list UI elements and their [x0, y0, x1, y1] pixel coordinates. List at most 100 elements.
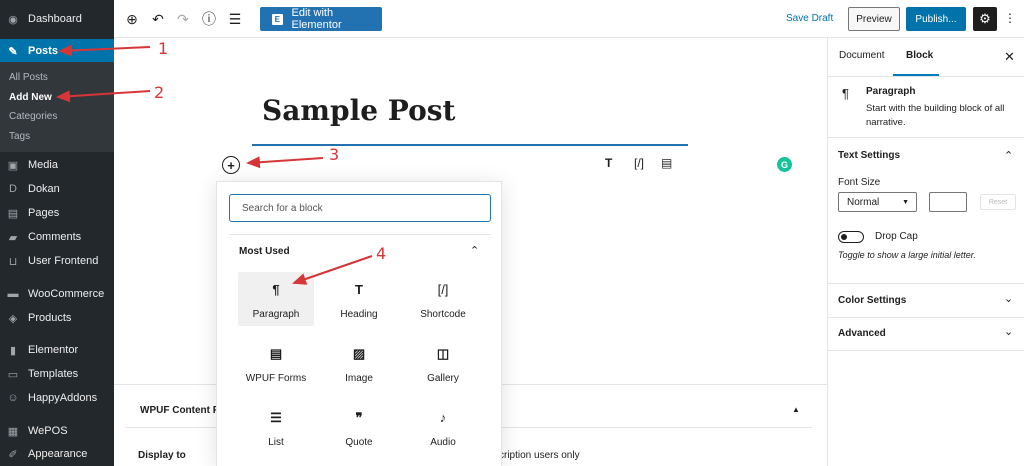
block-quote[interactable]: ❞ Quote	[321, 400, 397, 454]
comments-icon: ▰	[8, 231, 18, 244]
products-icon: ◈	[8, 312, 18, 325]
inline-inserter-plus-icon[interactable]: +	[222, 156, 240, 174]
block-card-description: Start with the building block of all nar…	[866, 103, 1005, 128]
sidebar-item-templates[interactable]: ▭ Templates	[0, 362, 114, 386]
title-focus-line	[252, 144, 688, 146]
text-settings-heading[interactable]: Text Settings	[838, 150, 900, 161]
drop-cap-help-text: Toggle to show a large initial letter.	[838, 250, 976, 260]
block-search-input[interactable]	[229, 194, 491, 222]
undo-icon[interactable]: ↶	[149, 10, 167, 28]
gallery-icon: ◫	[436, 346, 450, 361]
more-options-icon[interactable]: ⋮	[1004, 11, 1018, 27]
submenu-all-posts[interactable]: All Posts	[9, 72, 48, 83]
block-settings-sidebar: Document Block ✕ ¶ Paragraph Start with …	[827, 38, 1024, 466]
media-icon: ▣	[7, 159, 19, 172]
save-draft-link[interactable]: Save Draft	[786, 13, 833, 24]
divider	[828, 317, 1024, 318]
annotation-number-3: 3	[329, 145, 340, 164]
sidebar-item-media[interactable]: ▣ Media	[0, 153, 114, 177]
audio-icon: ♪	[439, 410, 447, 425]
sidebar-item-woocommerce[interactable]: ▬ WooCommerce	[0, 282, 114, 306]
post-title[interactable]: Sample Post	[262, 94, 455, 127]
user-frontend-icon: ⊔	[8, 255, 18, 268]
select-arrow-icon: ▼	[902, 198, 909, 206]
sidebar-item-user-frontend[interactable]: ⊔ User Frontend	[0, 249, 114, 273]
wpuf-forms-icon: ▤	[269, 346, 283, 361]
toggle-knob	[841, 233, 847, 240]
block-wpuf-forms[interactable]: ▤ WPUF Forms	[238, 336, 314, 390]
drop-cap-toggle[interactable]	[838, 231, 864, 243]
edit-with-elementor-button[interactable]: E Edit with Elementor	[260, 7, 382, 31]
reset-button[interactable]: Reset	[980, 194, 1016, 210]
add-block-icon[interactable]: ⊕	[123, 10, 141, 28]
tab-document[interactable]: Document	[839, 50, 885, 61]
drop-cap-label: Drop Cap	[875, 231, 918, 242]
templates-icon: ▭	[7, 368, 19, 381]
divider	[828, 350, 1024, 351]
sidebar-item-dashboard[interactable]: ◉ Dashboard	[0, 7, 114, 31]
advanced-heading[interactable]: Advanced	[838, 328, 886, 339]
sidebar-item-elementor[interactable]: ▮ Elementor	[0, 338, 114, 362]
info-icon[interactable]: ⓘ	[200, 10, 218, 28]
block-navigation-icon[interactable]: ☰	[226, 10, 244, 28]
block-heading[interactable]: T Heading	[321, 272, 397, 326]
block-inserter-popover: Most Used ⌃ ¶ Paragraph T Heading [/] Sh…	[216, 181, 502, 466]
elementor-icon: ▮	[9, 344, 17, 357]
sidebar-item-happyaddons[interactable]: ☺ HappyAddons	[0, 386, 114, 410]
color-settings-heading[interactable]: Color Settings	[838, 295, 906, 306]
woocommerce-icon: ▬	[7, 288, 19, 300]
shortcode-icon: [/]	[437, 282, 449, 297]
custom-font-size-input[interactable]	[929, 192, 967, 212]
most-used-heading[interactable]: Most Used	[239, 246, 290, 257]
image-icon: ▨	[352, 346, 366, 361]
dokan-icon: D	[9, 183, 17, 195]
subscription-option-text: scription users only	[494, 450, 580, 461]
annotation-number-1: 1	[158, 39, 169, 58]
block-audio[interactable]: ♪ Audio	[405, 400, 481, 454]
annotation-number-4: 4	[376, 244, 387, 263]
close-icon[interactable]: ✕	[1004, 49, 1015, 65]
sidebar-item-pages[interactable]: ▤ Pages	[0, 201, 114, 225]
sidebar-item-posts[interactable]: ✎ Posts	[0, 39, 114, 63]
sidebar-item-appearance[interactable]: ✐ Appearance	[0, 442, 114, 466]
chevron-up-icon[interactable]: ⌃	[470, 244, 479, 257]
sidebar-item-products[interactable]: ◈ Products	[0, 306, 114, 330]
submenu-tags[interactable]: Tags	[9, 131, 30, 142]
block-shortcode[interactable]: [/] Shortcode	[405, 272, 481, 326]
shortcode-tool-icon[interactable]: [/]	[634, 156, 644, 170]
sidebar-item-comments[interactable]: ▰ Comments	[0, 225, 114, 249]
sidebar-item-wepos[interactable]: ▦ WePOS	[0, 419, 114, 443]
happyaddons-icon: ☺	[7, 392, 19, 404]
block-list[interactable]: ☰ List	[238, 400, 314, 454]
font-size-select[interactable]: Normal ▼	[838, 192, 917, 212]
grammarly-icon[interactable]: G	[777, 157, 792, 172]
paragraph-icon: ¶	[842, 86, 849, 101]
collapse-caret-icon[interactable]: ▲	[792, 405, 800, 414]
redo-icon[interactable]: ↷	[174, 10, 192, 28]
meta-box-title[interactable]: WPUF Content R	[140, 405, 220, 416]
admin-sidebar: ◉ Dashboard ✎ Posts All Posts Add New Cate…	[0, 0, 114, 466]
tab-block[interactable]: Block	[906, 50, 933, 61]
block-gallery[interactable]: ◫ Gallery	[405, 336, 481, 390]
submenu-categories[interactable]: Categories	[9, 111, 57, 122]
wpuf-form-tool-icon[interactable]: ▤	[661, 156, 672, 170]
chevron-down-icon[interactable]: ⌄	[1004, 325, 1013, 338]
wepos-icon: ▦	[7, 425, 19, 438]
block-paragraph[interactable]: ¶ Paragraph	[238, 272, 314, 326]
heading-icon: T	[355, 282, 363, 297]
pages-icon: ▤	[7, 207, 19, 220]
heading-tool-icon[interactable]: T	[605, 156, 612, 170]
posts-submenu: All Posts Add New Categories Tags	[0, 62, 114, 152]
block-image[interactable]: ▨ Image	[321, 336, 397, 390]
list-icon: ☰	[270, 410, 282, 425]
divider	[229, 234, 491, 235]
preview-button[interactable]: Preview	[848, 7, 900, 31]
chevron-up-icon[interactable]: ⌃	[1004, 149, 1013, 162]
divider	[828, 137, 1024, 138]
dashboard-icon: ◉	[8, 13, 18, 26]
publish-button[interactable]: Publish...	[906, 7, 966, 31]
sidebar-item-dokan[interactable]: D Dokan	[0, 177, 114, 201]
settings-gear-icon[interactable]: ⚙	[973, 7, 997, 31]
submenu-add-new[interactable]: Add New	[9, 92, 52, 103]
chevron-down-icon[interactable]: ⌄	[1004, 292, 1013, 305]
